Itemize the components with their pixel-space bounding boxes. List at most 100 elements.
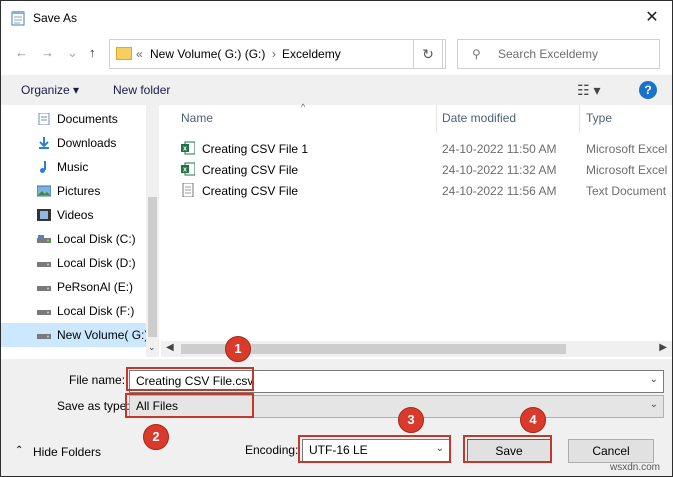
sidebar-scrollbar[interactable] (146, 105, 159, 357)
drive-icon (37, 334, 51, 339)
close-icon[interactable]: ✕ (642, 7, 662, 27)
excel-file-icon: x (181, 141, 195, 155)
column-divider[interactable] (579, 105, 580, 133)
notepad-icon (11, 11, 25, 26)
collapse-icon: ⌃ (15, 445, 24, 456)
file-type: Microsoft Excel (586, 142, 668, 156)
svg-text:x: x (183, 146, 187, 153)
refresh-icon[interactable]: ↻ (413, 39, 443, 69)
sidebar-item-downloads[interactable]: Downloads (1, 131, 146, 155)
step-badge-4: 4 (520, 407, 546, 433)
drive-icon (37, 310, 51, 315)
organize-button[interactable]: Organize ▾ (21, 83, 79, 97)
sidebar-item-label: Local Disk (C:) (57, 232, 136, 246)
breadcrumb-folder[interactable]: Exceldemy (282, 47, 341, 61)
sidebar-item-pictures[interactable]: Pictures (1, 179, 146, 203)
file-name-label: File name: (69, 373, 126, 387)
file-name: Creating CSV File (202, 163, 299, 177)
title-bar: Save As ✕ (1, 1, 672, 35)
watermark: wsxdn.com (610, 462, 661, 473)
sidebar-item-personal-e[interactable]: PeRsonAl (E:) (1, 275, 146, 299)
file-name: Creating CSV File 1 (202, 142, 309, 156)
text-file-icon (182, 183, 194, 197)
sidebar-item-label: Pictures (57, 184, 101, 198)
file-list: ^ Name Date modified Type x Creating CSV… (161, 102, 672, 357)
search-input[interactable]: ⚲ Search Exceldemy (457, 39, 660, 69)
sidebar-item-new-volume-g[interactable]: New Volume( G:) (1, 323, 146, 347)
recent-dropdown-icon[interactable]: ⌄ (67, 45, 78, 61)
encoding-label: Encoding: (245, 443, 299, 457)
sidebar-item-local-disk-c[interactable]: Local Disk (C:) (1, 227, 146, 251)
excel-file-icon: x (181, 162, 195, 176)
up-icon[interactable]: ↑ (89, 45, 96, 60)
chevron-down-icon[interactable]: ⌄ (650, 399, 658, 410)
help-icon[interactable]: ? (639, 81, 657, 99)
file-type: Text Document (586, 184, 667, 198)
highlight-save-button (463, 435, 552, 463)
sidebar-item-label: Downloads (57, 136, 117, 150)
drive-icon (37, 286, 51, 291)
file-type: Microsoft Excel (586, 163, 668, 177)
save-as-type-label: Save as type: (57, 399, 130, 413)
sidebar-item-label: Documents (57, 112, 118, 126)
file-row[interactable]: x Creating CSV File 24-10-2022 11:32 AM … (161, 159, 672, 180)
breadcrumb-separator: › (272, 47, 276, 61)
file-row[interactable]: Creating CSV File 24-10-2022 11:56 AM Te… (161, 180, 672, 201)
step-badge-1: 1 (225, 336, 251, 362)
navigation-pane: Documents Downloads Music Pictures Video… (1, 105, 159, 357)
folder-icon (116, 47, 132, 60)
navigation-bar: ← → ⌄ ↑ « New Volume( G:) (G:) › Excelde… (1, 37, 672, 71)
sidebar-item-videos[interactable]: Videos (1, 203, 146, 227)
cancel-button[interactable]: Cancel (568, 439, 654, 463)
address-bar[interactable]: « New Volume( G:) (G:) › Exceldemy (109, 39, 446, 69)
step-badge-3: 3 (398, 407, 424, 433)
sidebar-scroll-down[interactable]: ⌄ (146, 341, 159, 357)
file-date: 24-10-2022 11:32 AM (442, 163, 557, 177)
save-as-dialog: Save As ✕ ← → ⌄ ↑ « New Volume( G:) (G:)… (0, 0, 673, 477)
music-icon (40, 161, 46, 173)
forward-icon[interactable]: → (41, 45, 54, 60)
documents-icon (38, 113, 50, 125)
view-options-icon[interactable]: ☷ ▾ (577, 82, 600, 99)
breadcrumb-drive[interactable]: New Volume( G:) (G:) (150, 47, 265, 61)
sidebar-item-music[interactable]: Music (1, 155, 146, 179)
file-date: 24-10-2022 11:50 AM (442, 142, 557, 156)
sidebar-item-label: Music (57, 160, 89, 174)
highlight-save-as-type (125, 393, 254, 418)
step-badge-2: 2 (143, 424, 169, 450)
sidebar-item-local-disk-d[interactable]: Local Disk (D:) (1, 251, 146, 275)
new-folder-button[interactable]: New folder (113, 83, 170, 97)
drive-icon (37, 235, 51, 243)
sidebar-item-local-disk-f[interactable]: Local Disk (F:) (1, 299, 146, 323)
sidebar-item-label: Local Disk (D:) (57, 256, 136, 270)
svg-text:x: x (183, 167, 187, 174)
sidebar-item-label: New Volume( G:) (57, 328, 146, 342)
hide-folders-label: Hide Folders (33, 445, 102, 459)
scroll-right-icon[interactable]: ▶ (659, 342, 667, 353)
sort-ascending-icon: ^ (301, 102, 306, 112)
back-icon[interactable]: ← (15, 45, 28, 60)
search-placeholder: Search Exceldemy (498, 47, 599, 61)
search-icon: ⚲ (472, 47, 481, 61)
sidebar-item-documents[interactable]: Documents (1, 107, 146, 131)
window-title: Save As (33, 11, 78, 25)
drive-icon (37, 262, 51, 267)
column-header-name[interactable]: Name (181, 111, 213, 125)
videos-icon (37, 209, 51, 221)
highlight-file-name (126, 367, 254, 391)
pictures-icon (37, 185, 51, 197)
column-header-date-modified[interactable]: Date modified (442, 111, 516, 125)
downloads-icon (39, 137, 49, 149)
chevron-down-icon[interactable]: ⌄ (650, 374, 658, 385)
file-date: 24-10-2022 11:56 AM (442, 184, 557, 198)
command-bar: Organize ▾ New folder ☷ ▾ ? (1, 75, 672, 105)
scroll-left-icon[interactable]: ◀ (166, 342, 174, 353)
sidebar-item-label: PeRsonAl (E:) (57, 280, 134, 294)
column-header-type[interactable]: Type (586, 111, 612, 125)
column-divider[interactable] (436, 105, 437, 133)
highlight-encoding (298, 435, 451, 463)
file-name: Creating CSV File (202, 184, 299, 198)
address-overflow[interactable]: « (136, 47, 143, 61)
file-row[interactable]: x Creating CSV File 1 24-10-2022 11:50 A… (161, 138, 672, 159)
scrollbar-thumb[interactable] (148, 197, 157, 337)
